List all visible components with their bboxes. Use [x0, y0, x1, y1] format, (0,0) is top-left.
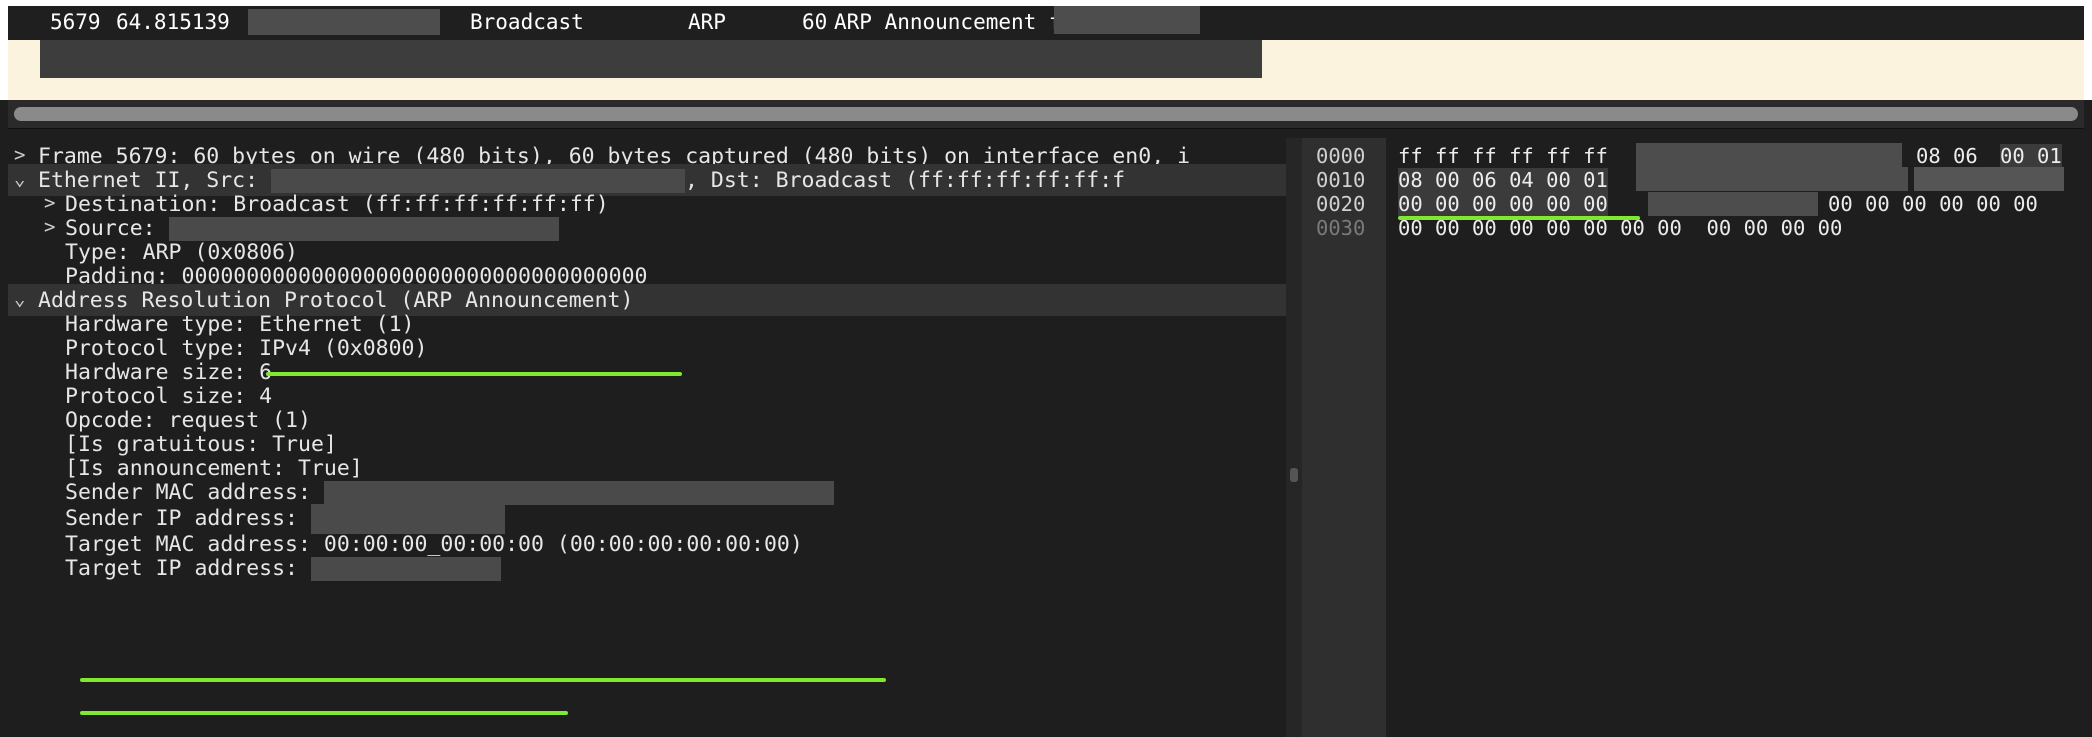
redacted-bytes [1636, 167, 1908, 191]
highlight-underline [266, 372, 682, 376]
scrollbar-thumb[interactable] [14, 107, 2078, 121]
chevron-down-icon[interactable]: ⌄ [14, 288, 25, 310]
hex-bytes[interactable]: ff ff ff ff ff ff [1398, 144, 1608, 168]
redacted-info [1054, 6, 1200, 34]
redacted-bytes [1914, 167, 2064, 191]
tree-item-target-ip[interactable]: Target IP address: [8, 552, 1286, 584]
splitter-grip-icon[interactable] [1290, 468, 1298, 482]
highlight-underline [80, 711, 568, 715]
hex-bytes[interactable]: 00 00 00 00 00 00 [1828, 192, 2038, 216]
hex-bytes-selected[interactable]: 00 01 [2000, 144, 2062, 168]
chevron-right-icon[interactable]: > [44, 192, 55, 214]
byte-offset: 0030 [1316, 216, 1366, 240]
packet-list-row[interactable] [8, 40, 2084, 100]
packet-length: 60 [802, 10, 828, 34]
hex-bytes-selected[interactable]: 08 00 06 04 00 01 [1398, 168, 1608, 192]
offset-gutter: 0000 0010 0020 0030 [1302, 138, 1386, 737]
redacted-source [248, 9, 440, 35]
packet-time: 64.815139 [116, 10, 230, 34]
packet-info: ARP Announcement for [834, 10, 1087, 34]
byte-offset: 0020 [1316, 192, 1366, 216]
packet-bytes-pane: 0000 0010 0020 0030 ff ff ff ff ff ff 08… [1302, 138, 2092, 737]
packet-details-pane: > Frame 5679: 60 bytes on wire (480 bits… [8, 138, 1286, 737]
packet-destination: Broadcast [470, 10, 584, 34]
packet-list-row-selected[interactable]: 5679 64.815139 Broadcast ARP 60 ARP Anno… [8, 6, 2084, 40]
highlight-underline [1398, 216, 1640, 220]
redacted-bytes [1648, 192, 1818, 216]
chevron-right-icon[interactable]: > [44, 216, 55, 238]
byte-offset: 0000 [1316, 144, 1366, 168]
redacted-row [40, 40, 1262, 78]
pane-splitter[interactable] [1286, 138, 1302, 737]
redacted-ip [310, 557, 501, 581]
packet-number: 5679 [50, 10, 101, 34]
hex-bytes[interactable]: 08 06 [1916, 144, 1978, 168]
hex-bytes-selected[interactable]: 00 00 00 00 00 00 [1398, 192, 1608, 216]
tree-item-label: Target IP address: [65, 556, 298, 581]
horizontal-scrollbar[interactable] [8, 100, 2084, 129]
byte-offset: 0010 [1316, 168, 1366, 192]
chevron-right-icon[interactable]: > [14, 144, 25, 166]
packet-protocol: ARP [688, 10, 726, 34]
chevron-down-icon[interactable]: ⌄ [14, 168, 25, 190]
redacted-bytes [1636, 143, 1902, 167]
packet-list: 5679 64.815139 Broadcast ARP 60 ARP Anno… [0, 0, 2092, 100]
highlight-underline [80, 678, 886, 682]
